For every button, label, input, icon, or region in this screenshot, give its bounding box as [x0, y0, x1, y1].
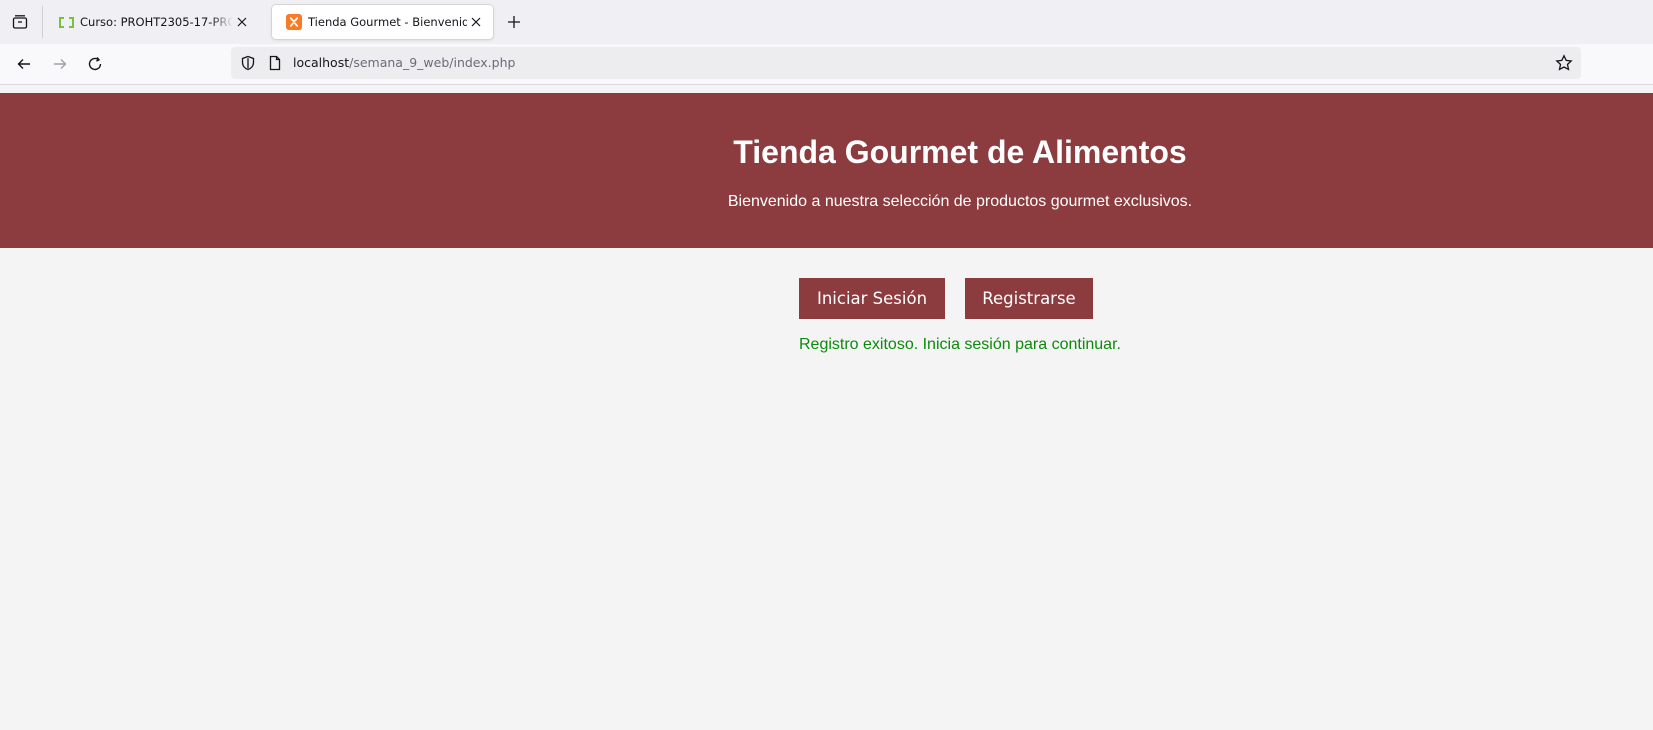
close-icon[interactable]: [233, 13, 251, 31]
navigation-toolbar: localhost/semana_9_web/index.php: [0, 44, 1653, 85]
tab-title: Curso: PROHT2305-17-PROGRAMACION: [80, 15, 233, 29]
url-path: /semana_9_web/index.php: [349, 55, 516, 70]
page-title: Tienda Gourmet de Alimentos: [733, 134, 1187, 170]
success-message: Registro exitoso. Inicia sesión para con…: [799, 336, 1121, 353]
xampp-icon: [286, 14, 302, 30]
page-top-gap: [0, 85, 1653, 93]
tab-tienda-gourmet[interactable]: Tienda Gourmet - Bienvenido: [272, 5, 493, 39]
site-header: Tienda Gourmet de Alimentos Bienvenido a…: [0, 93, 1653, 248]
tab-title: Tienda Gourmet - Bienvenido: [308, 15, 467, 29]
page-subtitle: Bienvenido a nuestra selección de produc…: [727, 193, 1193, 210]
page-icon[interactable]: [267, 55, 283, 71]
reload-icon[interactable]: [83, 52, 107, 76]
new-tab-plus-icon[interactable]: [502, 10, 526, 34]
tab-strip: Curso: PROHT2305-17-PROGRAMACION Tienda …: [0, 0, 1653, 44]
forward-arrow-icon[interactable]: [48, 52, 72, 76]
course-icon: [58, 14, 74, 30]
shield-icon[interactable]: [240, 55, 256, 71]
close-icon[interactable]: [467, 13, 485, 31]
tab-course[interactable]: Curso: PROHT2305-17-PROGRAMACION: [44, 5, 259, 39]
url-bar[interactable]: localhost/semana_9_web/index.php: [231, 47, 1581, 79]
login-button[interactable]: Iniciar Sesión: [799, 278, 945, 319]
url-host: localhost: [293, 55, 350, 70]
back-arrow-icon[interactable]: [12, 52, 36, 76]
url-text[interactable]: localhost/semana_9_web/index.php: [293, 55, 515, 71]
tab-overview-icon[interactable]: [8, 10, 32, 34]
register-button[interactable]: Registrarse: [965, 278, 1093, 319]
bookmark-star-icon[interactable]: [1555, 54, 1573, 72]
tab-separator: [42, 6, 43, 38]
